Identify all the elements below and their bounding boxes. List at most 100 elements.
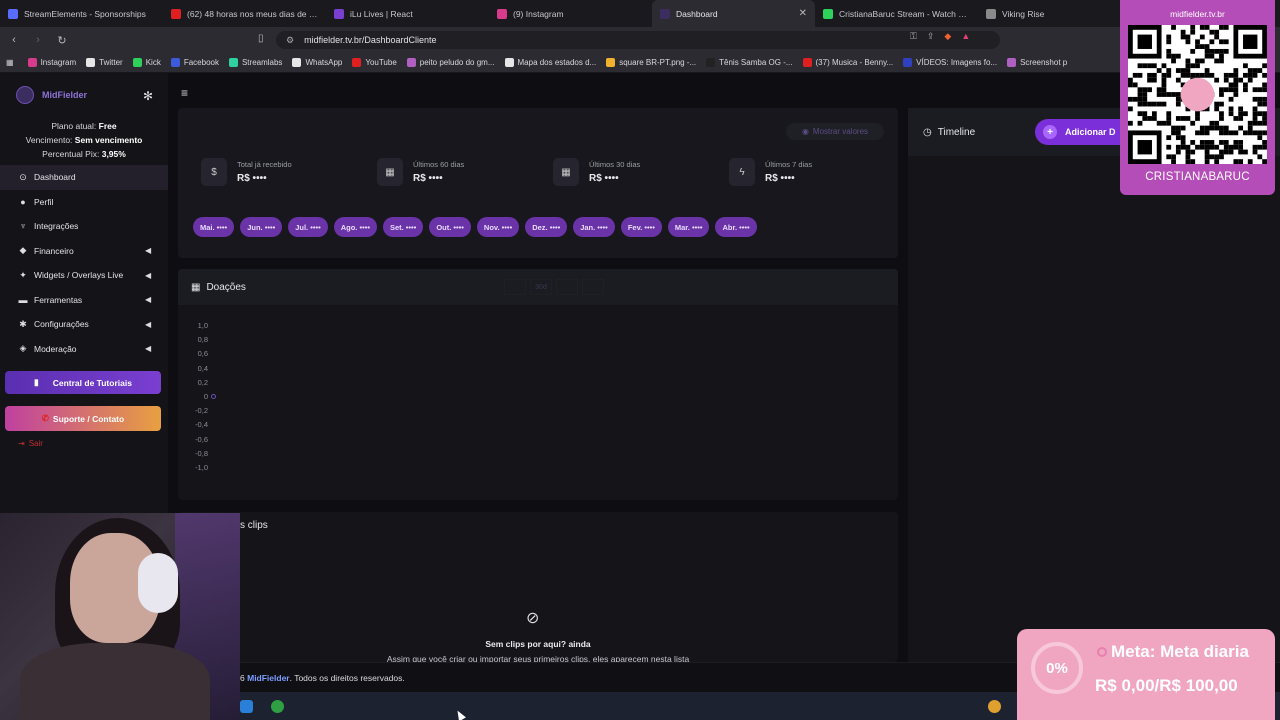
site-info-icon[interactable]: ⚙ [286, 35, 294, 46]
browser-tab[interactable]: CristianaBaruc Stream - Watch Live o [815, 0, 978, 27]
stat-value: R$ •••• [237, 173, 267, 184]
bookmark-item[interactable]: Kick [132, 58, 161, 67]
bookmark-item[interactable]: VÍDEOS: Imagens fo... [903, 58, 997, 67]
edge-icon[interactable] [240, 700, 253, 713]
qr-module [1204, 48, 1210, 54]
bookmark-item[interactable]: YouTube [352, 58, 397, 67]
bookmark-item[interactable]: Streamlabs [228, 58, 282, 67]
qr-module [1171, 53, 1176, 59]
period-tab[interactable] [556, 279, 578, 295]
qr-module [1262, 159, 1267, 164]
qr-module [1214, 120, 1220, 126]
sidebar-item-modera-o[interactable]: ◈ Moderação ◀ [0, 337, 168, 362]
qr-module [1204, 125, 1210, 131]
qr-module [1151, 63, 1157, 69]
qr-module [1180, 116, 1186, 121]
qr-module [1171, 125, 1176, 131]
sidebar-item-financeiro[interactable]: ◆ Financeiro ◀ [0, 239, 168, 264]
tutorials-button[interactable]: ▮ Central de Tutoriais [5, 371, 161, 394]
bookmark-item[interactable]: (37) Musica - Benny... [802, 58, 893, 67]
month-pill[interactable]: Abr. •••• [715, 217, 757, 237]
bookmark-item[interactable]: peito peludo do gm... [406, 58, 495, 67]
goal-overlay: 0% Meta: Meta diaria R$ 0,00/R$ 100,00 [1017, 629, 1275, 720]
month-pill[interactable]: Dez. •••• [525, 217, 568, 237]
browser-tab[interactable]: Viking Rise [978, 0, 1141, 27]
month-pill[interactable]: Jun. •••• [240, 217, 283, 237]
sidebar-item-dashboard[interactable]: ⊙ Dashboard [0, 165, 168, 190]
brave-shield-icon[interactable]: ◆ [944, 31, 951, 42]
bookmark-item[interactable]: WhatsApp [292, 58, 342, 67]
bookmark-label: Facebook [183, 58, 219, 67]
chart-point[interactable] [211, 394, 216, 399]
period-tab[interactable] [582, 279, 604, 295]
logout-link[interactable]: ⇥ Sair [18, 439, 168, 448]
bookmark-item[interactable]: Twitter [86, 58, 123, 67]
sidebar-item-perfil[interactable]: ● Perfil [0, 190, 168, 215]
show-values-button[interactable]: ◉ Mostrar valores [786, 123, 884, 140]
menu-toggle-icon[interactable]: ≡ [181, 86, 188, 100]
qr-module [1214, 77, 1220, 83]
qr-module [1214, 58, 1220, 64]
back-icon[interactable]: ‹ [4, 34, 24, 46]
key-icon[interactable]: ⚿ [910, 31, 917, 42]
qr-module [1166, 53, 1172, 59]
url-field[interactable]: ⚙ midfielder.tv.br/DashboardCliente [276, 31, 1000, 49]
qr-module [1209, 29, 1215, 35]
qr-module [1171, 159, 1176, 164]
bookmark-label: WhatsApp [305, 58, 343, 67]
goal-icon [1097, 647, 1107, 657]
bookmark-item[interactable]: square BR-PT.png -... [606, 58, 696, 67]
apps-icon[interactable]: ▦ [6, 58, 14, 67]
month-pill[interactable]: Nov. •••• [476, 217, 520, 237]
browser-tab[interactable]: StreamElements - Sponsorships [0, 0, 163, 27]
qr-module [1166, 48, 1172, 54]
tab-close-icon[interactable]: ✕ [799, 8, 807, 19]
browser-tab[interactable]: (9) Instagram [489, 0, 652, 27]
browser-tab[interactable]: iLu Lives | React [326, 0, 489, 27]
footer-suffix: . Todos os direitos reservados. [289, 673, 405, 683]
footer-link[interactable]: MidFielder [247, 673, 290, 683]
month-pill[interactable]: Fev. •••• [620, 217, 662, 237]
weather-icon[interactable] [988, 700, 1001, 713]
month-pill[interactable]: Mar. •••• [667, 217, 710, 237]
sidebar-item-label: Financeiro [34, 245, 74, 256]
bookmark-item[interactable]: Tênis Samba OG -... [706, 58, 793, 67]
sidebar-item-widgets-overlays-live[interactable]: ✦ Widgets / Overlays Live ◀ [0, 263, 168, 288]
sidebar-item-ferramentas[interactable]: ▬ Ferramentas ◀ [0, 288, 168, 313]
rewards-icon[interactable]: ▲ [961, 31, 970, 42]
qr-module [1166, 120, 1172, 126]
browser-tab[interactable]: (62) 48 horas nos meus dias de folga [163, 0, 326, 27]
qr-module [1204, 130, 1210, 136]
month-pill[interactable]: Mai. •••• [193, 217, 235, 237]
bookmark-icon[interactable]: ▯ [258, 33, 264, 44]
qr-module [1190, 25, 1196, 30]
month-pill[interactable]: Jan. •••• [573, 217, 615, 237]
period-tab[interactable]: 30d [530, 279, 552, 295]
browser-tab[interactable]: Dashboard ✕ [652, 0, 815, 27]
qr-module [1233, 144, 1239, 150]
reload-icon[interactable]: ↻ [52, 34, 72, 47]
month-pill[interactable]: Out. •••• [429, 217, 471, 237]
bookmark-item[interactable]: Facebook [170, 58, 219, 67]
qr-module [1243, 72, 1248, 78]
share-icon[interactable]: ⇪ [927, 31, 935, 42]
theme-toggle-icon[interactable]: ✻ [143, 89, 153, 103]
stat-text: Últimos 60 dias R$ •••• [413, 160, 464, 184]
bookmark-item[interactable]: Instagram [27, 58, 76, 67]
bookmark-item[interactable]: Mapa dos estados d... [504, 58, 596, 67]
bookmark-favicon-icon [504, 58, 514, 67]
sidebar-item-configura-es[interactable]: ✱ Configurações ◀ [0, 312, 168, 337]
forward-icon[interactable]: › [28, 34, 48, 46]
qr-module [1219, 149, 1224, 155]
sidebar-item-integra-es[interactable]: ♆ Integrações [0, 214, 168, 239]
month-pill[interactable]: Set. •••• [382, 217, 424, 237]
month-pill[interactable]: Ago. •••• [333, 217, 377, 237]
month-pill[interactable]: Jul. •••• [288, 217, 328, 237]
qr-module [1233, 116, 1239, 121]
support-button[interactable]: ✆ Suporte / Contato [5, 406, 161, 431]
xbox-icon[interactable] [271, 700, 284, 713]
period-tab[interactable] [504, 279, 526, 295]
y-tick-label: 0 [203, 391, 208, 401]
y-tick-label: -0,4 [195, 420, 208, 430]
bookmark-item[interactable]: Screenshot p [1007, 58, 1067, 67]
